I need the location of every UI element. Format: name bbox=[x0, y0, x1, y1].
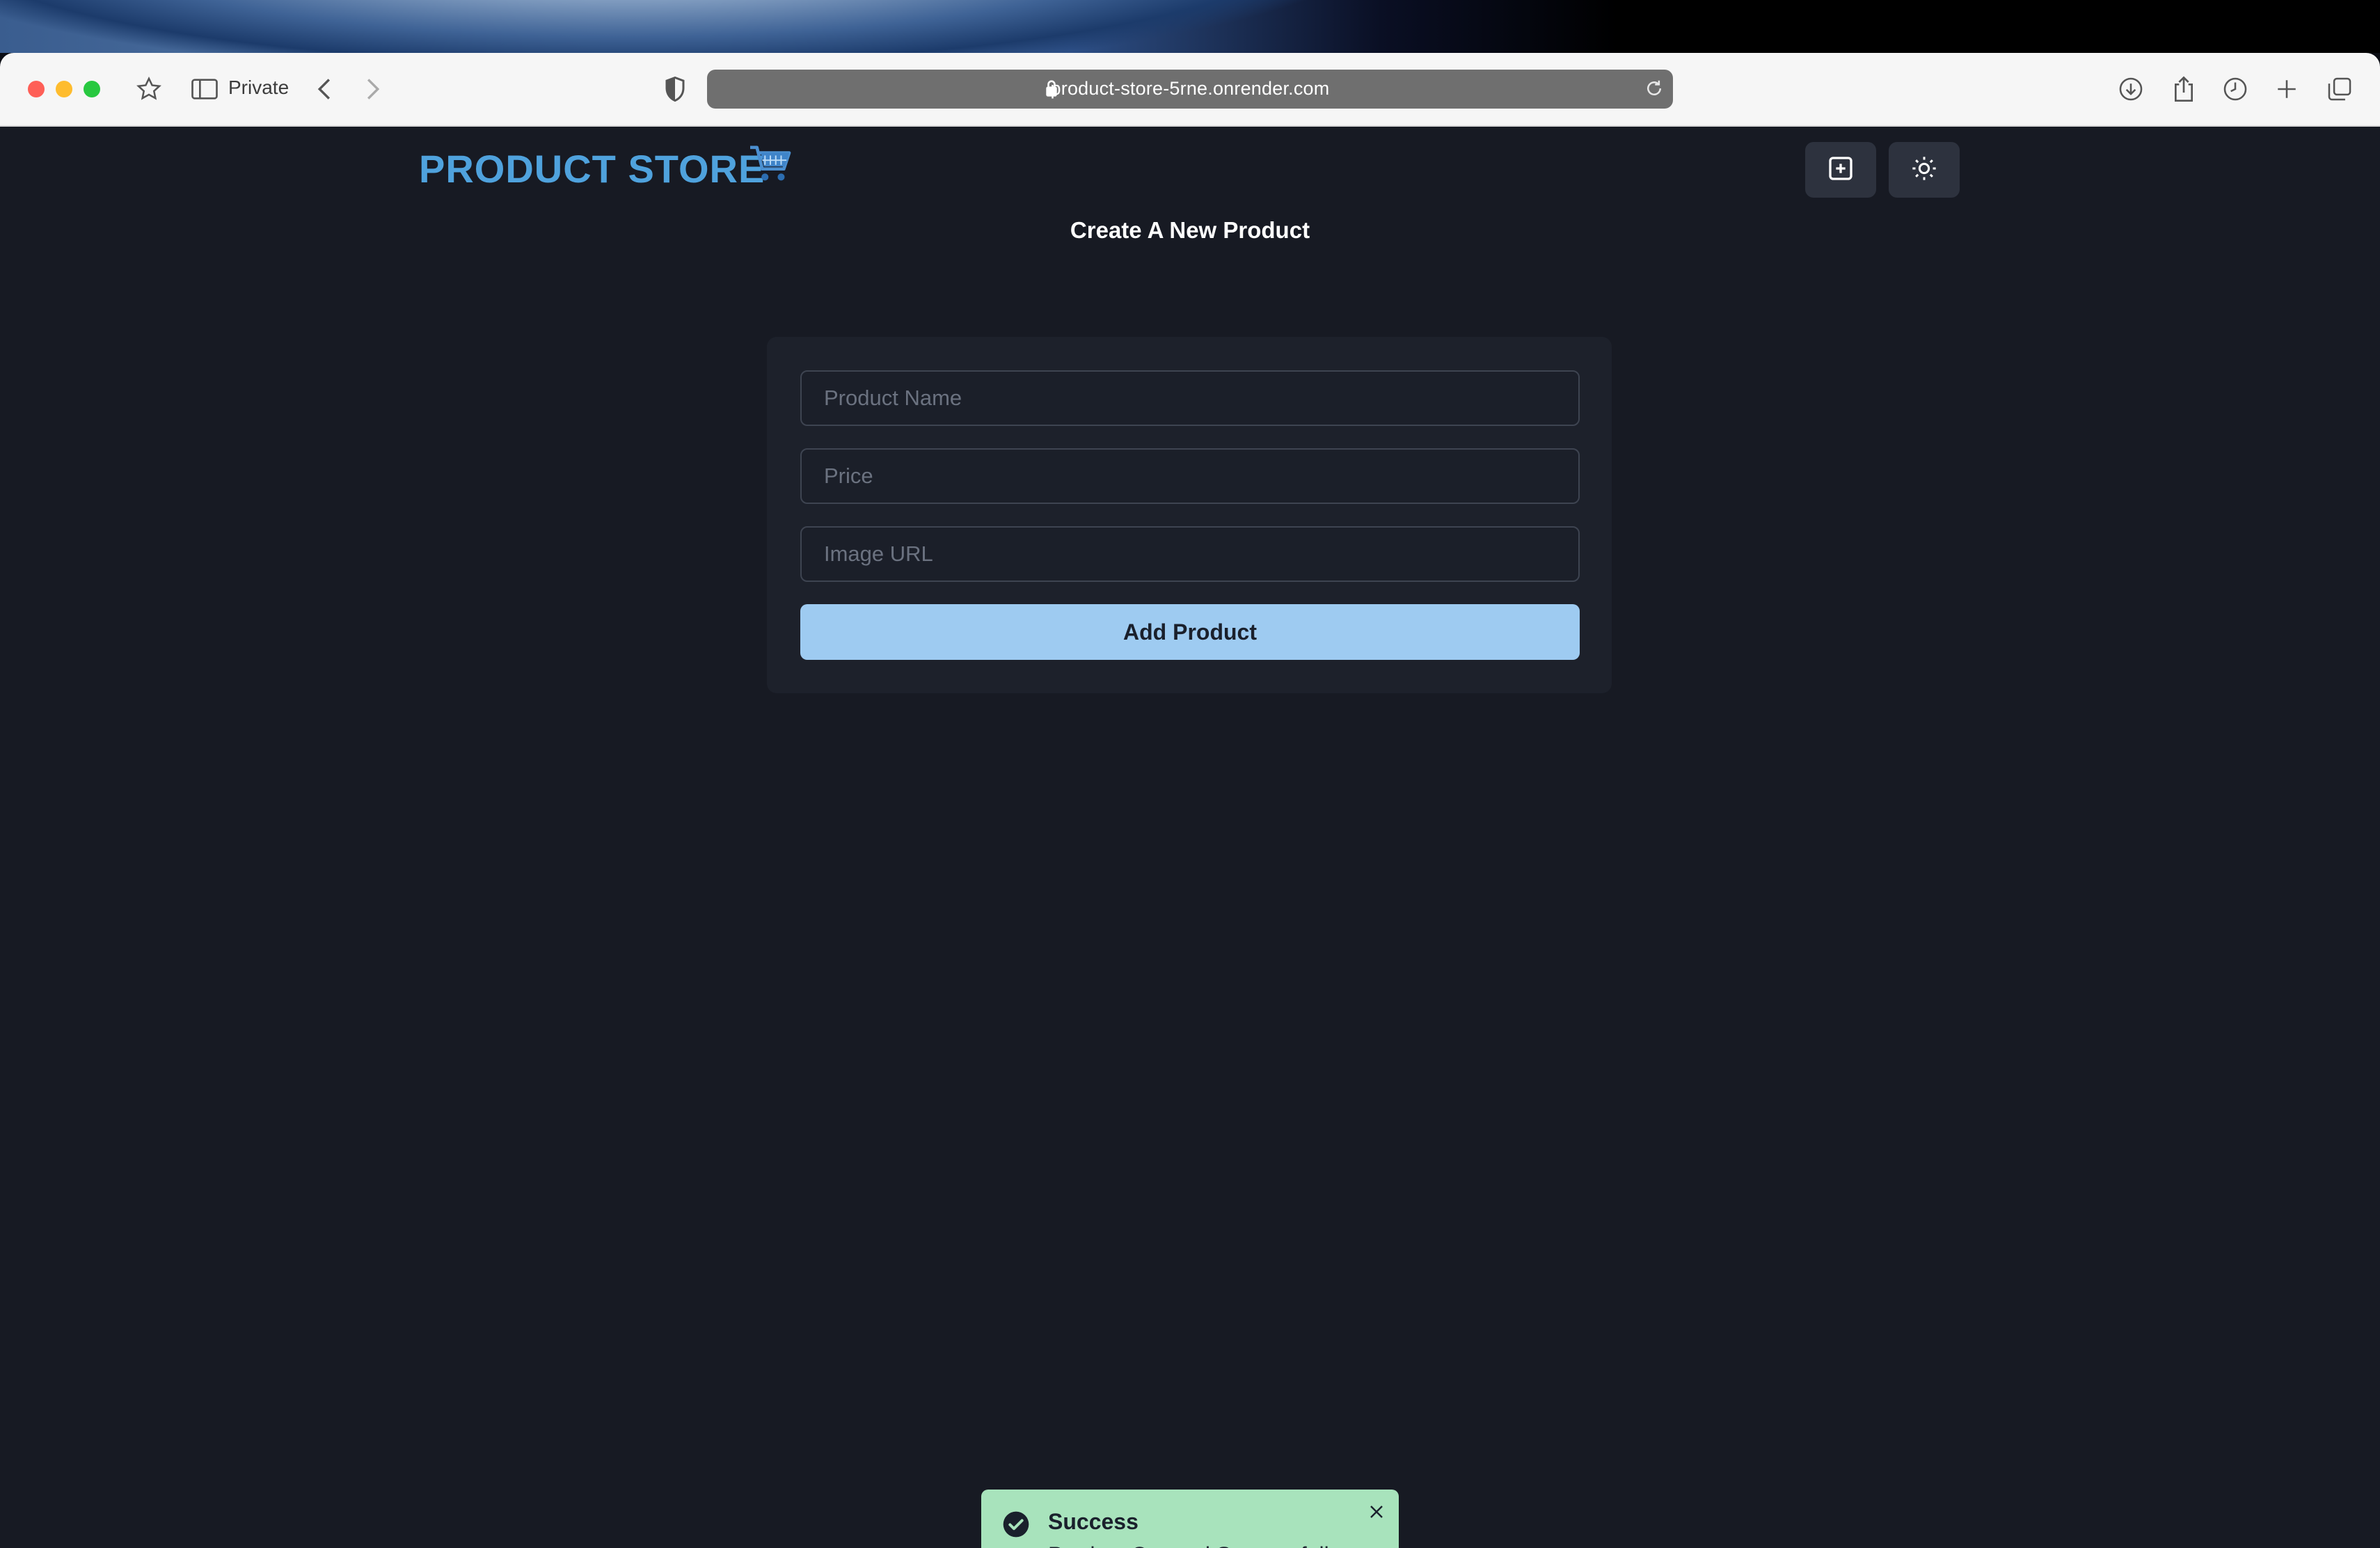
forward-chevron-icon[interactable] bbox=[356, 72, 390, 106]
browser-toolbar: Private product-store-5rne.onrender.com bbox=[0, 53, 2380, 127]
bookmark-star-icon[interactable] bbox=[132, 72, 166, 106]
price-input[interactable] bbox=[800, 448, 1580, 504]
toast-title: Success bbox=[1048, 1509, 1139, 1534]
toast-description: Product Created Successfully bbox=[1048, 1542, 1340, 1548]
downloads-icon[interactable] bbox=[2114, 72, 2148, 106]
new-tab-plus-icon[interactable] bbox=[2270, 72, 2303, 106]
address-bar[interactable]: product-store-5rne.onrender.com bbox=[707, 70, 1673, 109]
reload-icon[interactable] bbox=[1644, 78, 1665, 102]
address-url: product-store-5rne.onrender.com bbox=[1050, 78, 1330, 99]
desktop-wallpaper bbox=[0, 0, 2380, 53]
product-name-input[interactable] bbox=[800, 370, 1580, 426]
back-chevron-icon[interactable] bbox=[308, 72, 341, 106]
share-icon[interactable] bbox=[2167, 72, 2200, 106]
create-product-form: Add Product bbox=[767, 337, 1612, 693]
tab-overview-icon[interactable] bbox=[2323, 72, 2356, 106]
success-toast: Success Product Created Successfully bbox=[981, 1490, 1399, 1548]
brand-logo[interactable]: PRODUCT STORE bbox=[419, 145, 791, 191]
history-clock-icon[interactable] bbox=[2219, 72, 2252, 106]
plus-square-icon bbox=[1827, 155, 1855, 186]
close-icon[interactable] bbox=[1364, 1499, 1389, 1524]
close-window-button[interactable] bbox=[28, 81, 45, 97]
privacy-shield-icon[interactable] bbox=[658, 72, 692, 106]
browser-window: Private product-store-5rne.onrender.com bbox=[0, 53, 2380, 1548]
minimize-window-button[interactable] bbox=[56, 81, 72, 97]
sidebar-toggle-icon[interactable] bbox=[188, 72, 221, 106]
page-content: PRODUCT STORE Create A New Product Produ… bbox=[0, 127, 2380, 1548]
check-circle-icon bbox=[1002, 1510, 1030, 1542]
private-mode-label: Private bbox=[228, 77, 289, 98]
brand-title: PRODUCT STORE bbox=[419, 147, 765, 191]
shopping-cart-icon bbox=[749, 143, 792, 193]
sun-icon bbox=[1910, 155, 1938, 186]
zoom-window-button[interactable] bbox=[84, 81, 100, 97]
add-product-button[interactable]: Add Product bbox=[800, 604, 1580, 660]
page-title: Create A New Product bbox=[1070, 217, 1310, 243]
create-product-button[interactable] bbox=[1805, 142, 1876, 198]
image-url-input[interactable] bbox=[800, 526, 1580, 582]
theme-toggle-button[interactable] bbox=[1889, 142, 1960, 198]
